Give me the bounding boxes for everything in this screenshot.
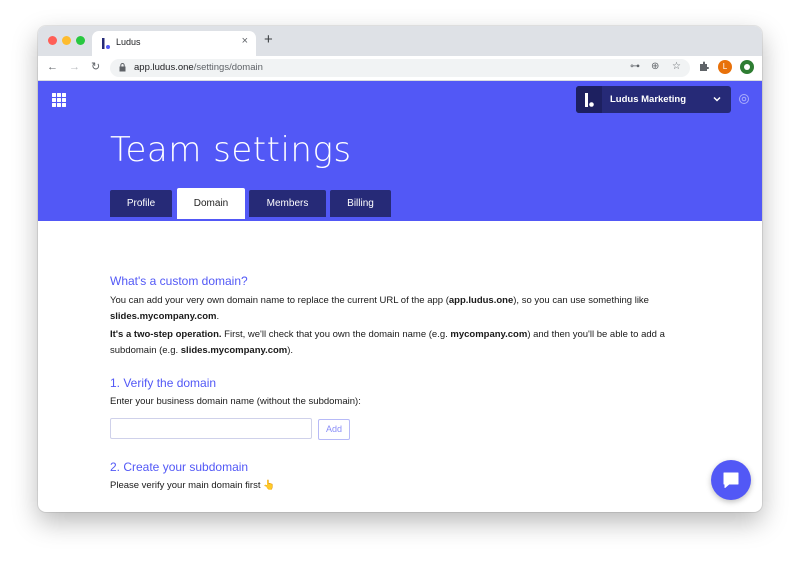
chat-bubble-icon bbox=[723, 472, 739, 488]
forward-arrow-icon[interactable]: → bbox=[69, 60, 80, 74]
chat-support-button[interactable] bbox=[711, 460, 751, 500]
page-title: Team settings bbox=[110, 130, 352, 170]
browser-toolbar: ← → ↻ app.ludus.one/settings/domain ⊶ ⊕ … bbox=[38, 56, 762, 81]
zoom-icon[interactable]: ⊕ bbox=[651, 61, 659, 72]
browser-window: Ludus × + ← → ↻ app.ludus.one/settings/d… bbox=[38, 26, 762, 512]
settings-gear-icon[interactable] bbox=[738, 93, 750, 105]
tab-strip: Ludus × + bbox=[38, 26, 762, 56]
apps-grid-icon[interactable] bbox=[52, 93, 66, 107]
ludus-favicon-icon bbox=[102, 38, 110, 49]
reload-icon[interactable]: ↻ bbox=[91, 60, 100, 74]
intro-paragraph-2: It's a two-step operation. First, we'll … bbox=[110, 329, 665, 356]
tab-profile[interactable]: Profile bbox=[110, 190, 172, 217]
close-window-button[interactable] bbox=[48, 36, 57, 45]
step2-text: Please verify your main domain first 👆 bbox=[110, 480, 275, 491]
tab-billing[interactable]: Billing bbox=[330, 190, 391, 217]
tab-domain[interactable]: Domain bbox=[177, 188, 245, 219]
browser-tab[interactable]: Ludus × bbox=[92, 31, 256, 56]
tab-members[interactable]: Members bbox=[249, 190, 326, 217]
step1-instruction: Enter your business domain name (without… bbox=[110, 396, 361, 407]
tab-close-icon[interactable]: × bbox=[242, 35, 248, 47]
url-text: app.ludus.one/settings/domain bbox=[134, 62, 263, 73]
minimize-window-button[interactable] bbox=[62, 36, 71, 45]
extensions-puzzle-icon[interactable] bbox=[699, 61, 709, 72]
pointing-up-emoji: 👆 bbox=[263, 480, 275, 491]
step1-heading: 1. Verify the domain bbox=[110, 376, 217, 390]
key-icon[interactable]: ⊶ bbox=[630, 61, 640, 72]
address-bar[interactable]: app.ludus.one/settings/domain ⊶ ⊕ ☆ bbox=[110, 59, 690, 77]
team-name: Ludus Marketing bbox=[610, 94, 687, 105]
team-logo bbox=[576, 86, 602, 113]
intro-heading: What's a custom domain? bbox=[110, 274, 248, 288]
tab-title: Ludus bbox=[116, 37, 141, 47]
intro-paragraph-1: You can add your very own domain name to… bbox=[110, 295, 649, 322]
ludus-logo-icon bbox=[585, 93, 594, 107]
add-domain-button[interactable]: Add bbox=[318, 419, 350, 440]
app-header: Ludus Marketing Team settings Profile Do… bbox=[38, 81, 762, 221]
profile-avatar[interactable]: L bbox=[718, 60, 732, 74]
new-tab-button[interactable]: + bbox=[264, 32, 273, 48]
back-arrow-icon[interactable]: ← bbox=[47, 60, 58, 74]
domain-input[interactable] bbox=[110, 418, 312, 439]
chevron-down-icon bbox=[713, 96, 721, 102]
team-switcher[interactable]: Ludus Marketing bbox=[576, 86, 731, 113]
step2-heading: 2. Create your subdomain bbox=[110, 460, 249, 474]
lock-icon bbox=[119, 63, 126, 72]
extension-green-icon[interactable] bbox=[740, 60, 754, 74]
bookmark-star-icon[interactable]: ☆ bbox=[672, 61, 681, 72]
maximize-window-button[interactable] bbox=[76, 36, 85, 45]
